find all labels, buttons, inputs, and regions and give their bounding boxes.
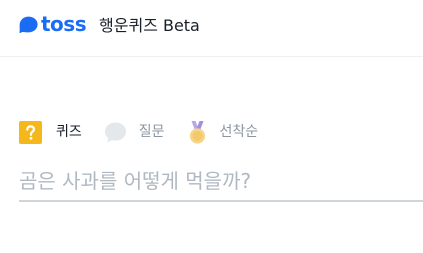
tab-quiz[interactable]: 퀴즈 — [19, 120, 82, 144]
toss-blob-icon — [19, 16, 38, 33]
tab-question[interactable]: 질문 — [104, 121, 165, 144]
service-title: 행운퀴즈 Beta — [99, 16, 200, 35]
toss-logo-text: toss — [41, 12, 87, 36]
toss-logo-link[interactable]: toss — [19, 12, 87, 36]
tab-first-come[interactable]: 선착순 — [186, 120, 259, 144]
page: toss 행운퀴즈 Beta 퀴즈 질문 선착순 — [0, 0, 423, 253]
speech-bubble-icon — [104, 122, 126, 143]
answer-input[interactable] — [19, 164, 423, 198]
header: toss 행운퀴즈 Beta — [0, 0, 423, 57]
tab-question-label: 질문 — [138, 124, 165, 140]
question-box-icon — [19, 120, 42, 144]
tab-first-come-label: 선착순 — [219, 124, 259, 140]
answer-field — [19, 164, 423, 202]
tab-quiz-label: 퀴즈 — [56, 124, 82, 140]
tab-bar: 퀴즈 질문 선착순 — [19, 118, 277, 146]
medal-icon — [189, 120, 205, 144]
